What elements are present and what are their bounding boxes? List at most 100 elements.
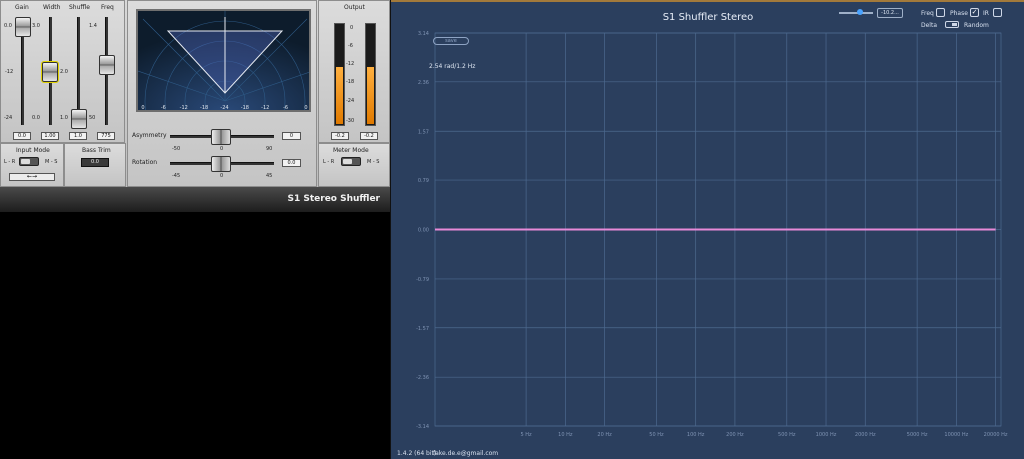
gain-label: Gain <box>15 4 29 11</box>
left-meter-level <box>336 67 343 124</box>
input-mode-left-label: L - R <box>4 159 16 165</box>
bass-trim-panel: Bass Trim 0.0 <box>64 143 126 187</box>
scope-panel: 0 -6 -12 -18 -24 -18 -12 -6 0 Asymmetry -50 0 90… <box>127 0 317 187</box>
shuffle-value[interactable]: 1.0 <box>69 132 87 140</box>
x-tick-label: 5 Hz <box>521 432 533 438</box>
email-label: fake.de.e@gmail.com <box>433 450 499 457</box>
width-tick: 0.0 <box>32 115 40 121</box>
x-tick-label: 10000 Hz <box>944 432 968 438</box>
scope-tick-label: -24 <box>220 105 228 111</box>
output-tick: -12 <box>346 61 355 67</box>
output-tick: -6 <box>348 43 353 49</box>
y-tick-label: -3.14 <box>416 424 429 430</box>
rotation-mid: 0 <box>220 173 224 179</box>
meter-mode-left-label: L - R <box>323 159 335 165</box>
y-tick-label: 0.00 <box>418 228 429 234</box>
shuffle-fader-handle[interactable] <box>71 109 87 129</box>
x-tick-label: 20000 Hz <box>984 432 1008 438</box>
cursor-readout: 2.54 rad/1.2 Hz <box>429 63 476 70</box>
x-tick-label: 100 Hz <box>687 432 705 438</box>
phase-response-plot: 3.14 2.36 1.57 0.79 0.00 -0.79 -1.57 -2.36 -3.14… <box>416 31 1008 438</box>
x-tick-label: 500 Hz <box>778 432 796 438</box>
output-label: Output <box>344 4 365 11</box>
meter-mode-right-label: M - S <box>367 159 380 165</box>
rotation-value[interactable]: 0.0 <box>282 159 301 167</box>
scope-tick-label: -12 <box>261 105 269 111</box>
x-tick-label: 10 Hz <box>558 432 573 438</box>
rotation-min: -45 <box>172 173 181 179</box>
meter-mode-label: Meter Mode <box>333 147 369 154</box>
preset-pill-button[interactable]: save <box>433 37 469 45</box>
asymmetry-value[interactable]: 0 <box>282 132 301 140</box>
y-tick-label: -1.57 <box>416 326 429 332</box>
input-mode-label: Input Mode <box>16 147 50 154</box>
asymmetry-label: Asymmetry <box>132 132 167 139</box>
meter-mode-toggle[interactable] <box>341 157 361 166</box>
freq-label: Freq <box>101 4 114 11</box>
window-root: Gain Width Shuffle Freq 0.0 -12 -24 3.0 … <box>0 0 1024 459</box>
rotation-max: 45 <box>266 173 273 179</box>
asymmetry-min: -50 <box>172 146 181 152</box>
x-tick-label: 1000 Hz <box>816 432 837 438</box>
bass-trim-value[interactable]: 0.0 <box>81 158 109 167</box>
plugin-footer: S1 Stereo Shuffler <box>0 187 390 212</box>
gain-value[interactable]: 0.0 <box>13 132 31 140</box>
gain-tick: -24 <box>4 115 13 121</box>
gain-tick: 0.0 <box>4 23 12 29</box>
fader-panel: Gain Width Shuffle Freq 0.0 -12 -24 3.0 … <box>0 0 125 143</box>
y-tick-label: 2.36 <box>418 80 429 86</box>
freq-fader-handle[interactable] <box>99 55 115 75</box>
gain-fader-handle[interactable] <box>15 17 31 37</box>
freq-tick: 50 <box>89 115 96 121</box>
plugin-controls-area: Gain Width Shuffle Freq 0.0 -12 -24 3.0 … <box>0 0 390 187</box>
output-tick: 0 <box>350 25 354 31</box>
plugin-name: S1 Stereo Shuffler <box>287 194 380 204</box>
scope-tick-label: 0 <box>304 105 307 111</box>
asymmetry-mid: 0 <box>220 146 224 152</box>
shuffle-tick: 2.0 <box>60 69 68 75</box>
right-output-value[interactable]: -0.2 <box>360 132 378 140</box>
shuffle-label: Shuffle <box>69 4 90 11</box>
y-tick-label: -0.79 <box>416 277 429 283</box>
asymmetry-max: 90 <box>266 146 273 152</box>
scope-tick-label: -6 <box>161 105 166 111</box>
output-tick: -30 <box>346 118 355 124</box>
stereo-shuffler-plugin: Gain Width Shuffle Freq 0.0 -12 -24 3.0 … <box>0 0 390 212</box>
gain-tick: -12 <box>5 69 14 75</box>
y-tick-label: -2.36 <box>416 375 429 381</box>
scope-tick-label: -18 <box>200 105 208 111</box>
analyzer-footer: 1.4.2 (64 bit) fake.de.e@gmail.com <box>391 448 1024 459</box>
output-tick: -24 <box>346 98 355 104</box>
y-tick-label: 3.14 <box>418 31 429 37</box>
swap-channels-button[interactable]: ←→ <box>9 173 55 181</box>
freq-value[interactable]: 775 <box>97 132 115 140</box>
x-tick-label: 2000 Hz <box>855 432 876 438</box>
scope-tick-label: 0 <box>141 105 144 111</box>
y-tick-label: 1.57 <box>418 129 429 135</box>
x-tick-label: 20 Hz <box>597 432 612 438</box>
analyzer-window: S1 Shuffler Stereo -10.2... Freq Phase ✓… <box>390 0 1024 459</box>
scope-tick-label: -6 <box>283 105 288 111</box>
right-output-meter <box>365 23 376 126</box>
input-mode-right-label: M - S <box>45 159 58 165</box>
bass-trim-label: Bass Trim <box>82 147 111 154</box>
version-label: 1.4.2 (64 bit) <box>397 450 437 457</box>
width-fader-handle[interactable] <box>41 61 59 83</box>
left-output-value[interactable]: -0.2 <box>331 132 349 140</box>
width-value[interactable]: 1.00 <box>41 132 59 140</box>
asymmetry-slider-handle[interactable] <box>211 129 231 145</box>
right-meter-level <box>367 67 374 124</box>
stereo-scope: 0 -6 -12 -18 -24 -18 -12 -6 0 <box>136 9 311 112</box>
width-label: Width <box>43 4 61 11</box>
freq-tick: 1.4 <box>89 23 97 29</box>
x-tick-label: 200 Hz <box>726 432 744 438</box>
rotation-slider-handle[interactable] <box>211 156 231 172</box>
input-mode-toggle[interactable] <box>19 157 39 166</box>
input-mode-panel: Input Mode L - R M - S ←→ <box>0 143 64 187</box>
width-tick: 3.0 <box>32 23 40 29</box>
y-tick-label: 0.79 <box>418 178 429 184</box>
shuffle-tick: 1.0 <box>60 115 68 121</box>
x-tick-label: 50 Hz <box>649 432 664 438</box>
scope-graphic: 0 -6 -12 -18 -24 -18 -12 -6 0 <box>138 11 309 111</box>
output-meter-panel: Output 0 -6 -12 -18 -24 -30 -0.2 -0.2 <box>318 0 390 143</box>
